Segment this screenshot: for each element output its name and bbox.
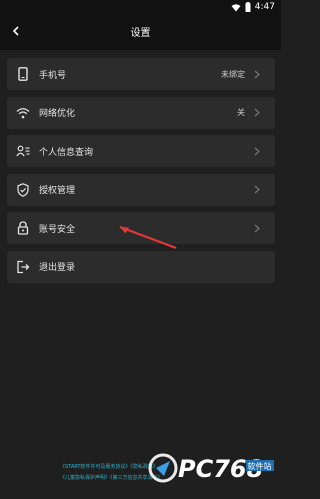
row-label: 退出登录 xyxy=(39,263,76,273)
row-logout[interactable]: 退出登录 xyxy=(7,250,275,283)
phone-icon xyxy=(16,67,30,81)
row-network[interactable]: 网络优化 关 xyxy=(7,96,275,129)
row-value: 未绑定 xyxy=(221,69,245,79)
chevron-right-icon xyxy=(253,108,261,118)
user-info-icon xyxy=(16,144,30,158)
annotation-arrow xyxy=(119,225,177,250)
chevron-right-icon xyxy=(253,146,261,156)
row-label: 手机号 xyxy=(39,70,67,81)
logout-icon xyxy=(16,260,30,274)
pc768-watermark: PC768 软件站 xyxy=(148,453,274,483)
settings-list: 手机号 未绑定 网络优化 关 个人信息查询 授权管理 账号安全 退出登录 xyxy=(7,58,275,289)
row-label: 账号安全 xyxy=(39,224,76,235)
row-authorization[interactable]: 授权管理 xyxy=(7,173,275,206)
row-label: 授权管理 xyxy=(39,186,76,196)
row-value: 关 xyxy=(237,108,245,117)
chevron-right-icon xyxy=(253,223,261,233)
top-bar: 设置 xyxy=(0,14,281,50)
status-bar: 4:47 xyxy=(0,0,281,14)
watermark-tag: 软件站 xyxy=(248,461,272,471)
row-personal-info[interactable]: 个人信息查询 xyxy=(7,135,275,167)
wifi-icon xyxy=(16,106,30,120)
chevron-right-icon xyxy=(253,69,261,79)
wifi-status-icon xyxy=(231,3,241,11)
page-title: 设置 xyxy=(130,28,151,39)
row-label: 网络优化 xyxy=(39,109,76,119)
battery-icon xyxy=(245,2,251,12)
status-icons: 4:47 xyxy=(231,1,275,13)
lock-icon xyxy=(16,221,30,235)
footer-agreement-links[interactable]: 《START软件许可及服务协议》《隐私政策》 xyxy=(60,463,158,470)
shield-icon xyxy=(16,182,30,197)
chevron-right-icon xyxy=(253,185,261,195)
clock: 4:47 xyxy=(254,2,275,12)
row-label: 个人信息查询 xyxy=(39,147,94,158)
row-phone[interactable]: 手机号 未绑定 xyxy=(7,58,275,90)
